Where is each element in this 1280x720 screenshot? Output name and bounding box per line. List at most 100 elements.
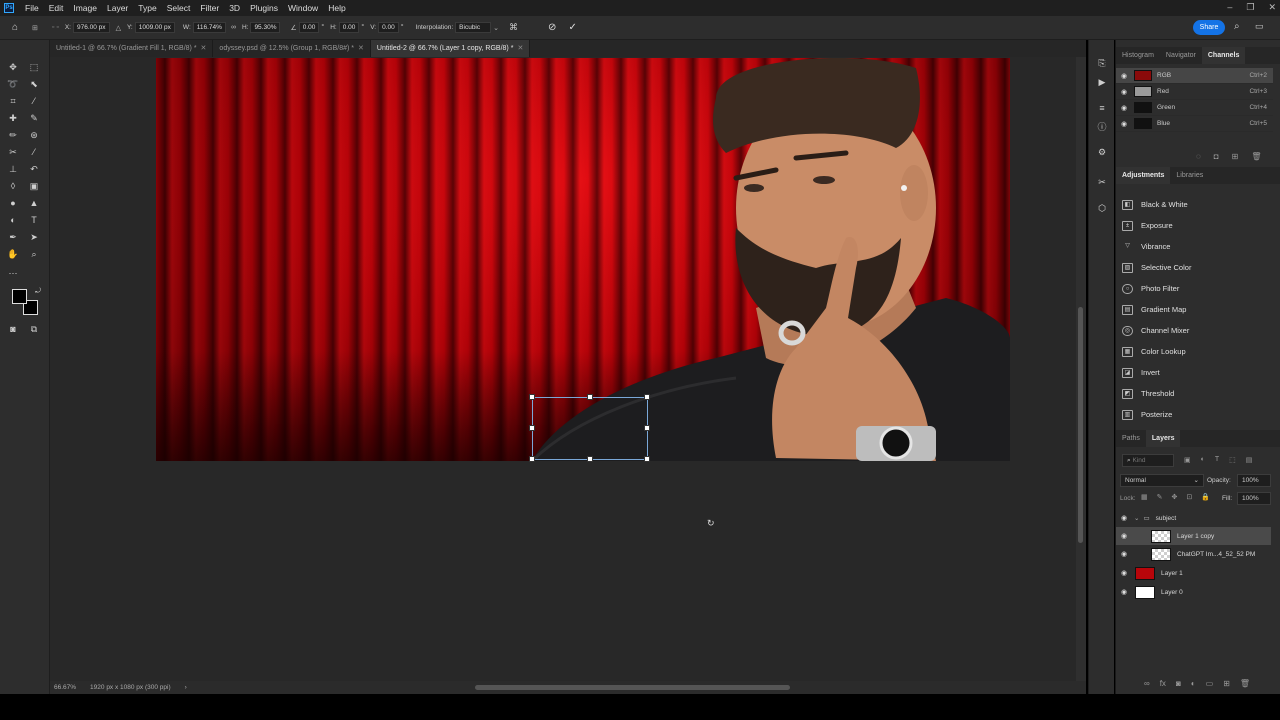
stamp-icon[interactable]: ⊥ [6,162,20,176]
dotted-circle-icon[interactable]: ◌ [1196,152,1201,161]
add-mask-icon[interactable]: ◙ [1176,679,1181,688]
adjustment-layer-icon[interactable]: ◐ [1191,679,1196,688]
link-icon[interactable]: ∞ [231,24,236,31]
transform-handle-bc[interactable] [587,456,593,462]
save-selection-icon[interactable]: ◘ [1214,152,1219,161]
vertical-scroll-thumb[interactable] [1078,307,1083,543]
tab-paths[interactable]: Paths [1116,430,1146,447]
lock-transparency-icon[interactable]: ▦ [1141,493,1148,501]
more-tools-icon[interactable]: ⋯ [6,266,20,280]
close-tab-icon[interactable]: ✕ [201,45,207,52]
layer-row-chatgpt-image[interactable]: ◉ ChatGPT Im...4_52_52 PM [1116,545,1271,563]
lock-artboard-icon[interactable]: ⊡ [1186,493,1192,501]
menu-image[interactable]: Image [68,3,102,13]
trash-icon[interactable]: 🗑 [1251,152,1261,161]
transform-handle-tl[interactable] [529,394,535,400]
object-selection-tool-icon[interactable]: ⬉ [27,77,41,91]
shape-filter-icon[interactable]: ⬚ [1229,456,1236,464]
adjustment-threshold[interactable]: ◩ Threshold [1122,383,1272,404]
chevron-down-icon[interactable]: ⌄ [1134,514,1139,522]
angle-field[interactable]: 0.00 [298,22,320,33]
adjustment-channel-mixer[interactable]: ◎ Channel Mixer [1122,320,1272,341]
tab-untitled-2[interactable]: Untitled-2 @ 66.7% (Layer 1 copy, RGB/8)… [370,40,531,57]
swap-colors-icon[interactable]: ⤾ [31,285,45,299]
close-tab-icon[interactable]: ✕ [517,45,523,52]
horizontal-scrollbar[interactable] [50,681,1086,694]
marquee-tool-icon[interactable]: ⬚ [27,60,41,74]
layer-row-layer-1[interactable]: ◉ Layer 1 [1116,564,1271,582]
adjustment-black-white[interactable]: ◧ Black & White [1122,194,1272,215]
share-button[interactable]: Share [1193,20,1225,35]
opacity-field[interactable]: 100% [1237,474,1271,487]
eye-icon[interactable]: ◉ [1119,588,1129,596]
vskew-field[interactable]: 0.00 [378,22,399,33]
tools-panel-icon[interactable]: ✂ [1095,175,1109,189]
menu-file[interactable]: File [20,3,44,13]
eye-icon[interactable]: ◉ [1119,72,1129,80]
menu-help[interactable]: Help [323,3,350,13]
link-layers-icon[interactable]: ∞ [1144,679,1150,688]
pencil-tool-icon[interactable]: ✏ [6,128,20,142]
fill-field[interactable]: 100% [1237,492,1271,505]
info-panel-icon[interactable]: ⓘ [1095,120,1109,134]
chevron-down-icon[interactable]: ⌄ [493,24,499,32]
transform-handle-mr[interactable] [644,425,650,431]
transform-handle-br[interactable] [644,456,650,462]
move-tool-icon[interactable]: ✥ [6,60,20,74]
transform-handle-bl[interactable] [529,456,535,462]
trash-icon[interactable]: 🗑 [1240,679,1250,688]
sharpen-tool-icon[interactable]: ▲ [27,196,41,210]
actions-panel-icon[interactable]: ▶ [1095,75,1109,89]
path-selection-icon[interactable]: ➤ [27,230,41,244]
vertical-scrollbar[interactable] [1076,57,1086,681]
screen-mode-icon[interactable]: ⧉ [27,322,41,336]
tab-channels[interactable]: Channels [1201,47,1246,64]
channel-row-green[interactable]: ◉ Green Ctrl+4 [1116,100,1273,116]
type-filter-icon[interactable]: T [1215,456,1219,464]
w-field[interactable]: 116.74% [192,22,226,33]
menu-filter[interactable]: Filter [195,3,224,13]
layer-row-subject[interactable]: ◉ ⌄ ▭ subject [1116,509,1271,527]
close-icon[interactable]: ✕ [1268,0,1276,14]
workspace-icon[interactable]: ▭ [1255,21,1264,32]
channel-row-rgb[interactable]: ◉ RGB Ctrl+2 [1116,68,1273,84]
reference-point-icon[interactable]: ▫ ▫ [52,24,59,31]
eye-icon[interactable]: ◉ [1119,569,1129,577]
eye-icon[interactable]: ◉ [1119,104,1129,112]
layer-kind-filter[interactable]: ⌕ Kind [1122,454,1174,467]
eye-icon[interactable]: ◉ [1119,532,1129,540]
crop-tool-icon[interactable]: ⌗ [6,94,20,108]
fx-icon[interactable]: fx [1160,679,1166,688]
dodge-tool-icon[interactable]: ◐ [6,213,20,227]
move-tool-preset-icon[interactable]: ⊞ [32,24,38,32]
eye-icon[interactable]: ◉ [1119,514,1129,522]
restore-icon[interactable]: ❐ [1246,0,1254,14]
channel-row-blue[interactable]: ◉ Blue Ctrl+5 [1116,116,1273,132]
x-field[interactable]: 976.00 px [73,22,110,33]
h-field[interactable]: 95.30% [250,22,281,33]
mixer-brush-icon[interactable]: ⁄ [27,145,41,159]
brush-tool-icon[interactable]: ✎ [27,111,41,125]
new-channel-icon[interactable]: ⊞ [1232,152,1239,161]
tab-libraries[interactable]: Libraries [1170,167,1209,184]
eye-icon[interactable]: ◉ [1119,88,1129,96]
tab-odyssey[interactable]: odyssey.psd @ 12.5% (Group 1, RGB/8#) * ✕ [213,40,371,57]
pixel-filter-icon[interactable]: ▣ [1184,456,1191,464]
hand-tool-icon[interactable]: ✋ [6,247,20,261]
new-layer-icon[interactable]: ⊞ [1223,679,1230,688]
tab-untitled-1[interactable]: Untitled-1 @ 66.7% (Gradient Fill 1, RGB… [50,40,214,57]
properties-panel-icon[interactable]: ≡ [1095,101,1109,115]
menu-plugins[interactable]: Plugins [245,3,283,13]
transform-handle-tc[interactable] [587,394,593,400]
zoom-level[interactable]: 66.67% [54,684,76,691]
adjustment-invert[interactable]: ◪ Invert [1122,362,1272,383]
cancel-transform-icon[interactable]: ⊘ [548,22,556,33]
status-chevron-icon[interactable]: › [185,684,187,691]
lasso-tool-icon[interactable]: ➰ [6,77,20,91]
pen-tool-icon[interactable]: ✒ [6,230,20,244]
adjustment-vibrance[interactable]: ▽ Vibrance [1122,236,1272,257]
delta-icon[interactable]: △ [116,24,121,32]
adjustment-gradient-map[interactable]: ▤ Gradient Map [1122,299,1272,320]
adjustment-exposure[interactable]: ± Exposure [1122,215,1272,236]
lock-image-icon[interactable]: ✎ [1157,493,1163,501]
